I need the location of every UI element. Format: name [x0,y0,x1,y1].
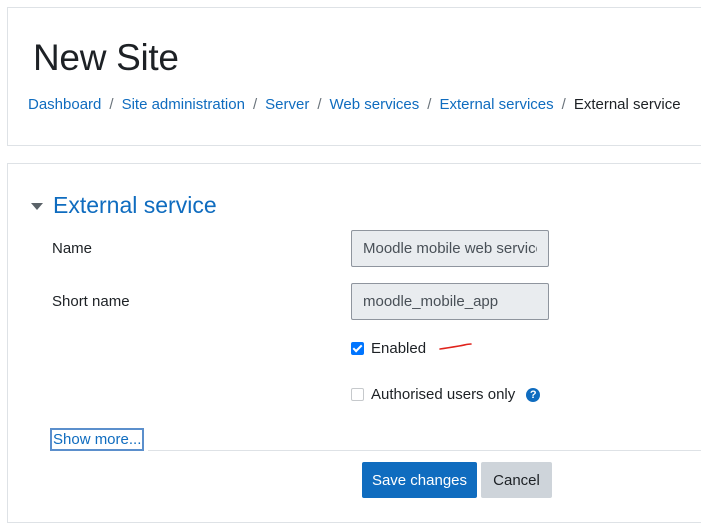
cancel-button[interactable]: Cancel [481,462,552,498]
site-title: New Site [33,37,179,78]
section-toggle[interactable]: External service [31,192,217,219]
breadcrumb-server[interactable]: Server [265,96,309,113]
external-service-form: External service Name Short name Enabled… [7,163,701,523]
help-icon[interactable]: ? [526,387,541,402]
enabled-label[interactable]: Enabled [371,340,426,357]
breadcrumb-separator: / [252,96,258,113]
breadcrumb-web-services[interactable]: Web services [330,96,420,113]
breadcrumb-dashboard[interactable]: Dashboard [28,96,101,113]
authorised-users-row[interactable]: Authorised users only ? [351,386,541,403]
name-label: Name [52,240,93,257]
breadcrumb-external-services[interactable]: External services [439,96,553,113]
breadcrumb-separator: / [109,96,114,113]
enabled-row[interactable]: Enabled [351,340,426,357]
breadcrumb-separator: / [317,96,322,113]
breadcrumb-separator: / [561,96,566,113]
save-changes-button[interactable]: Save changes [362,462,477,498]
form-divider [148,450,701,451]
breadcrumb-site-administration[interactable]: Site administration [122,96,245,113]
show-more-link[interactable]: Show more... [50,428,145,451]
short-name-input[interactable] [351,283,549,320]
breadcrumb: Dashboard / Site administration / Server… [28,96,681,113]
short-name-label: Short name [52,293,130,310]
section-collapse-caret-icon[interactable] [31,202,43,210]
authorised-users-label[interactable]: Authorised users only [371,386,515,403]
breadcrumb-current: External service [573,96,681,113]
red-annotation-mark [439,343,472,350]
page-header: New Site Dashboard / Site administration… [7,7,701,146]
enabled-checkbox[interactable] [351,342,364,355]
section-title[interactable]: External service [53,192,217,219]
breadcrumb-separator: / [427,96,432,113]
authorised-users-checkbox[interactable] [351,388,364,401]
name-input[interactable] [351,230,549,267]
